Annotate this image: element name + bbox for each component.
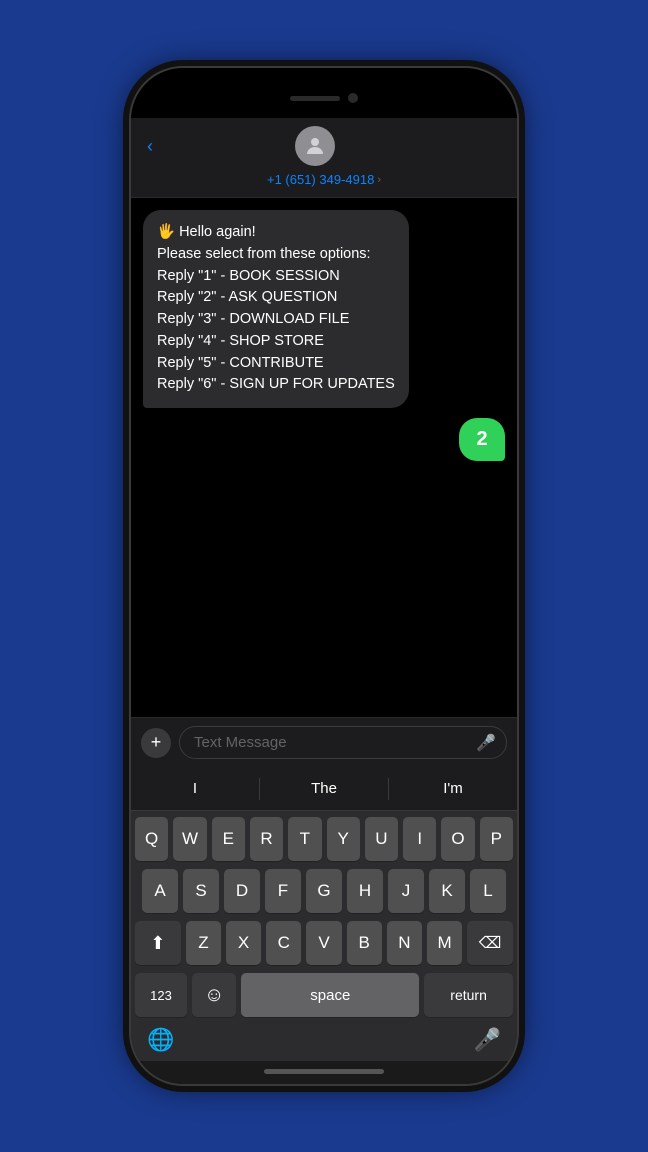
key-x[interactable]: X — [226, 921, 261, 965]
header-top: ‹ — [147, 126, 501, 166]
contact-number: +1 (651) 349-4918 — [267, 172, 374, 187]
key-u[interactable]: U — [365, 817, 398, 861]
key-n[interactable]: N — [387, 921, 422, 965]
key-c[interactable]: C — [266, 921, 301, 965]
shift-key[interactable]: ⬆ — [135, 921, 181, 965]
key-i[interactable]: I — [403, 817, 436, 861]
key-t[interactable]: T — [288, 817, 321, 861]
key-y[interactable]: Y — [327, 817, 360, 861]
key-a[interactable]: A — [142, 869, 178, 913]
camera — [348, 93, 358, 103]
mic-icon[interactable]: 🎤 — [474, 1027, 501, 1053]
numbers-key[interactable]: 123 — [135, 973, 187, 1017]
key-g[interactable]: G — [306, 869, 342, 913]
return-key[interactable]: return — [424, 973, 513, 1017]
key-d[interactable]: D — [224, 869, 260, 913]
key-m[interactable]: M — [427, 921, 462, 965]
key-k[interactable]: K — [429, 869, 465, 913]
suggestion-the[interactable]: The — [260, 776, 388, 801]
mic-input-icon[interactable]: 🎤 — [476, 733, 496, 753]
keyboard: I The I'm Q W E R T Y U I O P A — [131, 767, 517, 1061]
key-row-4: 123 ☺ space return — [135, 973, 513, 1017]
input-area: + Text Message 🎤 — [131, 717, 517, 767]
phone-frame: ‹ +1 (651) 349-4918 › 🖐 Hello again! Ple… — [129, 66, 519, 1086]
key-o[interactable]: O — [441, 817, 474, 861]
key-row-2: A S D F G H J K L — [135, 869, 513, 913]
add-button[interactable]: + — [141, 728, 171, 758]
text-input-placeholder: Text Message — [194, 734, 287, 751]
suggestion-im[interactable]: I'm — [389, 776, 517, 801]
key-row-3: ⬆ Z X C V B N M ⌫ — [135, 921, 513, 965]
keyboard-rows: Q W E R T Y U I O P A S D F G H J K — [131, 811, 517, 1021]
key-w[interactable]: W — [173, 817, 206, 861]
suggestion-i[interactable]: I — [131, 776, 259, 801]
notch — [264, 84, 384, 112]
keyboard-suggestions: I The I'm — [131, 767, 517, 811]
message-incoming: 🖐 Hello again! Please select from these … — [143, 210, 409, 408]
key-b[interactable]: B — [347, 921, 382, 965]
keyboard-bottom: 🌐 🎤 — [131, 1021, 517, 1061]
back-button[interactable]: ‹ — [147, 136, 153, 157]
key-l[interactable]: L — [470, 869, 506, 913]
key-q[interactable]: Q — [135, 817, 168, 861]
backspace-key[interactable]: ⌫ — [467, 921, 513, 965]
home-indicator — [131, 1061, 517, 1084]
key-s[interactable]: S — [183, 869, 219, 913]
globe-icon[interactable]: 🌐 — [147, 1027, 174, 1053]
key-h[interactable]: H — [347, 869, 383, 913]
speaker — [290, 96, 340, 101]
key-z[interactable]: Z — [186, 921, 221, 965]
key-r[interactable]: R — [250, 817, 283, 861]
key-v[interactable]: V — [306, 921, 341, 965]
emoji-key[interactable]: ☺ — [192, 973, 236, 1017]
space-key[interactable]: space — [241, 973, 419, 1017]
key-f[interactable]: F — [265, 869, 301, 913]
avatar[interactable] — [295, 126, 335, 166]
key-p[interactable]: P — [480, 817, 513, 861]
notch-area — [131, 68, 517, 118]
text-input-container[interactable]: Text Message 🎤 — [179, 726, 507, 759]
messages-area: 🖐 Hello again! Please select from these … — [131, 198, 517, 717]
key-row-1: Q W E R T Y U I O P — [135, 817, 513, 861]
person-icon — [303, 134, 327, 158]
key-j[interactable]: J — [388, 869, 424, 913]
messages-header: ‹ +1 (651) 349-4918 › — [131, 118, 517, 198]
contact-name[interactable]: +1 (651) 349-4918 › — [267, 172, 381, 187]
home-bar — [264, 1069, 384, 1074]
key-e[interactable]: E — [212, 817, 245, 861]
message-outgoing: 2 — [459, 418, 505, 461]
chevron-right-icon: › — [377, 174, 381, 186]
